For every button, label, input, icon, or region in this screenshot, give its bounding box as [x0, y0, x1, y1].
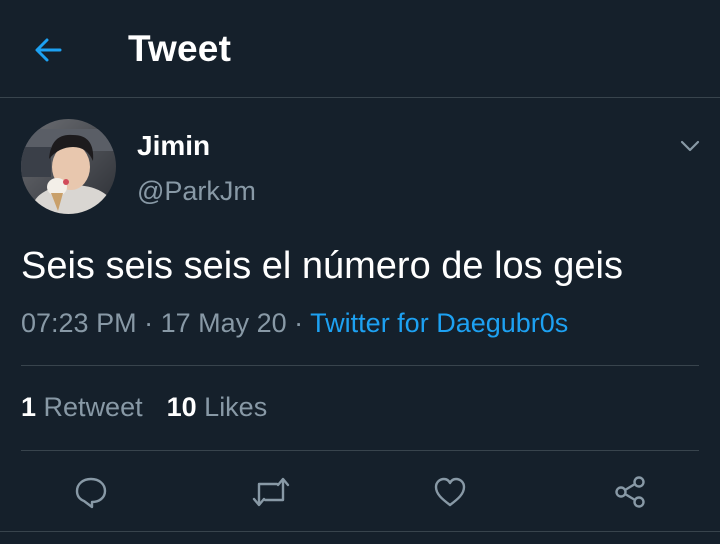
meta-separator: · [286, 308, 311, 338]
divider [21, 365, 699, 366]
tweet-source-link[interactable]: Twitter for Daegubr0s [310, 308, 568, 338]
likes-label: Likes [204, 392, 268, 422]
reply-icon [75, 477, 107, 509]
share-icon [615, 476, 645, 508]
tweet-menu-button[interactable] [676, 132, 704, 160]
tweet-date: 17 May 20 [160, 308, 287, 338]
tweet-text: Seis seis seis el número de los geis [21, 245, 623, 287]
divider [0, 531, 720, 532]
author-name[interactable]: Jimin [137, 130, 210, 162]
retweets-stat[interactable]: 1 Retweet [21, 392, 143, 422]
meta-separator: · [136, 308, 161, 338]
likes-count: 10 [166, 392, 197, 422]
action-bar [0, 450, 720, 532]
avatar[interactable] [21, 119, 116, 214]
share-button[interactable] [610, 472, 650, 512]
back-button[interactable] [28, 30, 68, 70]
likes-stat[interactable]: 10 Likes [167, 392, 268, 422]
like-button[interactable] [430, 472, 470, 512]
heart-icon [434, 477, 466, 507]
top-bar: Tweet [0, 0, 720, 98]
author-handle[interactable]: @ParkJm [137, 176, 256, 207]
profile-photo [21, 119, 116, 214]
chevron-down-icon [680, 140, 700, 152]
retweet-icon [252, 477, 290, 507]
arrow-left-icon [35, 38, 62, 62]
reply-button[interactable] [71, 472, 111, 512]
retweets-label: Retweet [43, 392, 143, 422]
tweet-metadata: 07:23 PM · 17 May 20 · Twitter for Daegu… [21, 308, 568, 339]
tweet-time: 07:23 PM [21, 308, 137, 338]
tweet-stats: 1 Retweet 10 Likes [21, 392, 267, 423]
retweets-count: 1 [21, 392, 37, 422]
page-title: Tweet [128, 28, 232, 69]
retweet-button[interactable] [251, 472, 291, 512]
